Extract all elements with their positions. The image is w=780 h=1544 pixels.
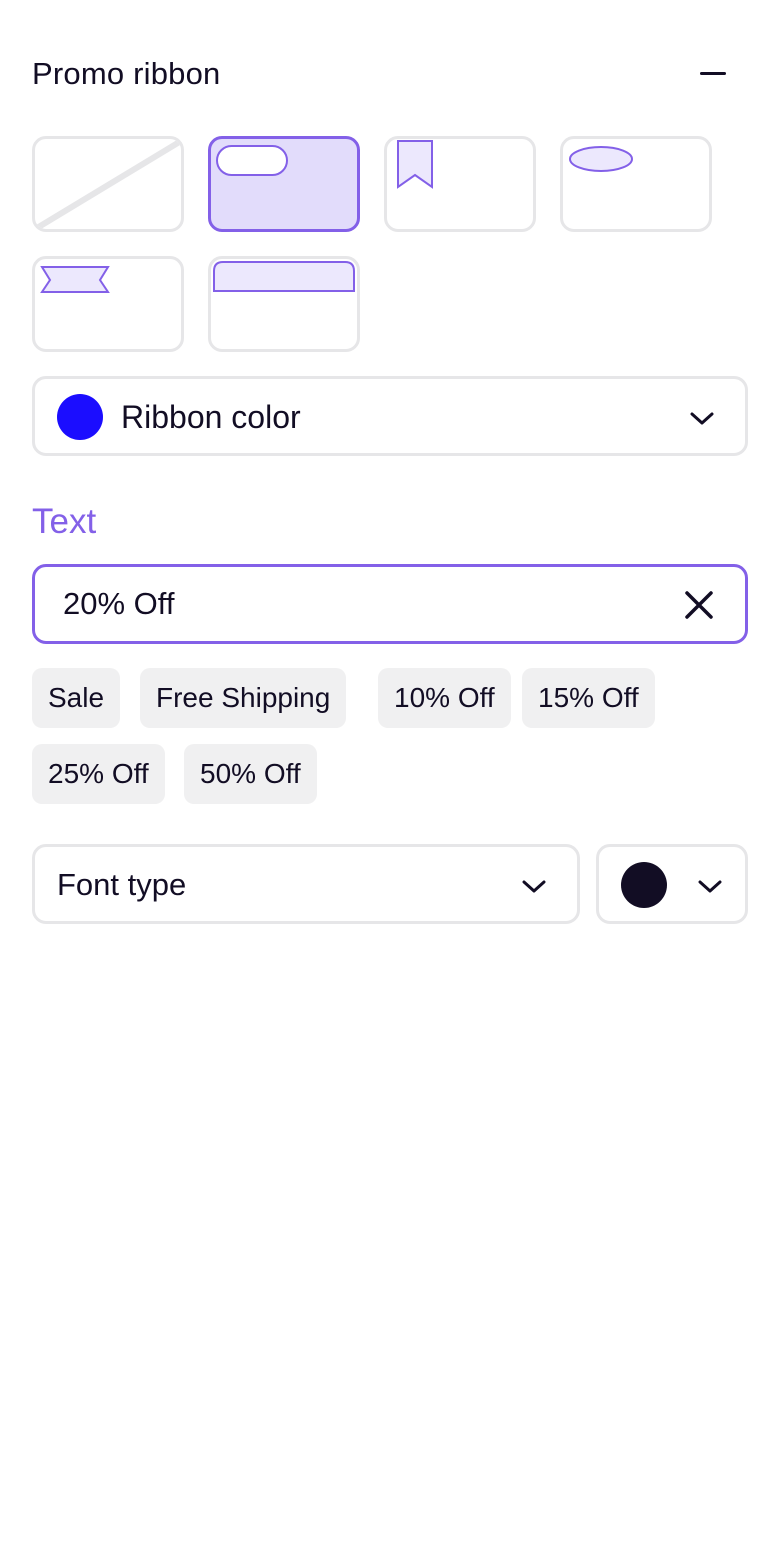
ribbon-style-banner[interactable] [32,256,184,352]
suggestion-chip[interactable]: Free Shipping [140,668,347,728]
collapse-button[interactable] [692,56,732,92]
suggestion-chip[interactable]: 10% Off [378,668,511,728]
text-section-heading: Text [32,502,97,541]
ribbon-style-top-bar[interactable] [208,256,360,352]
font-type-label: Font type [57,867,187,902]
suggestion-chip[interactable]: Sale [32,668,121,728]
no-ribbon-icon [35,139,181,229]
oval-ribbon-icon [569,146,633,172]
ribbon-color-select[interactable]: Ribbon color [32,376,748,456]
panel-title: Promo ribbon [32,56,221,91]
font-type-select[interactable]: Font type [32,844,580,924]
ribbon-text-field [32,564,748,644]
bookmark-ribbon-icon [397,140,433,189]
top-bar-ribbon-icon [213,261,355,292]
chevron-down-icon [698,880,722,893]
ribbon-color-label: Ribbon color [121,399,301,435]
ribbon-style-pill[interactable] [208,136,360,232]
ribbon-style-oval[interactable] [560,136,712,232]
minus-icon [700,72,726,75]
text-color-swatch [621,862,667,908]
promo-ribbon-panel: Promo ribbon Ribbon color Text 20% Off S… [0,0,780,1544]
text-color-select[interactable] [596,844,748,924]
ribbon-color-swatch [57,394,103,440]
ribbon-style-none[interactable] [32,136,184,232]
suggestion-chip[interactable]: 25% Off [32,744,165,804]
chevron-down-icon [690,412,714,425]
ribbon-text-input[interactable] [63,581,663,627]
ribbon-style-bookmark[interactable] [384,136,536,232]
pill-ribbon-icon [216,145,288,176]
panel-header: Promo ribbon [32,52,732,96]
suggestion-chip[interactable]: 50% Off [184,744,317,804]
chevron-down-icon [522,880,546,893]
banner-ribbon-icon [40,266,110,293]
suggestion-chip[interactable]: 15% Off [522,668,655,728]
close-icon[interactable] [683,589,715,621]
